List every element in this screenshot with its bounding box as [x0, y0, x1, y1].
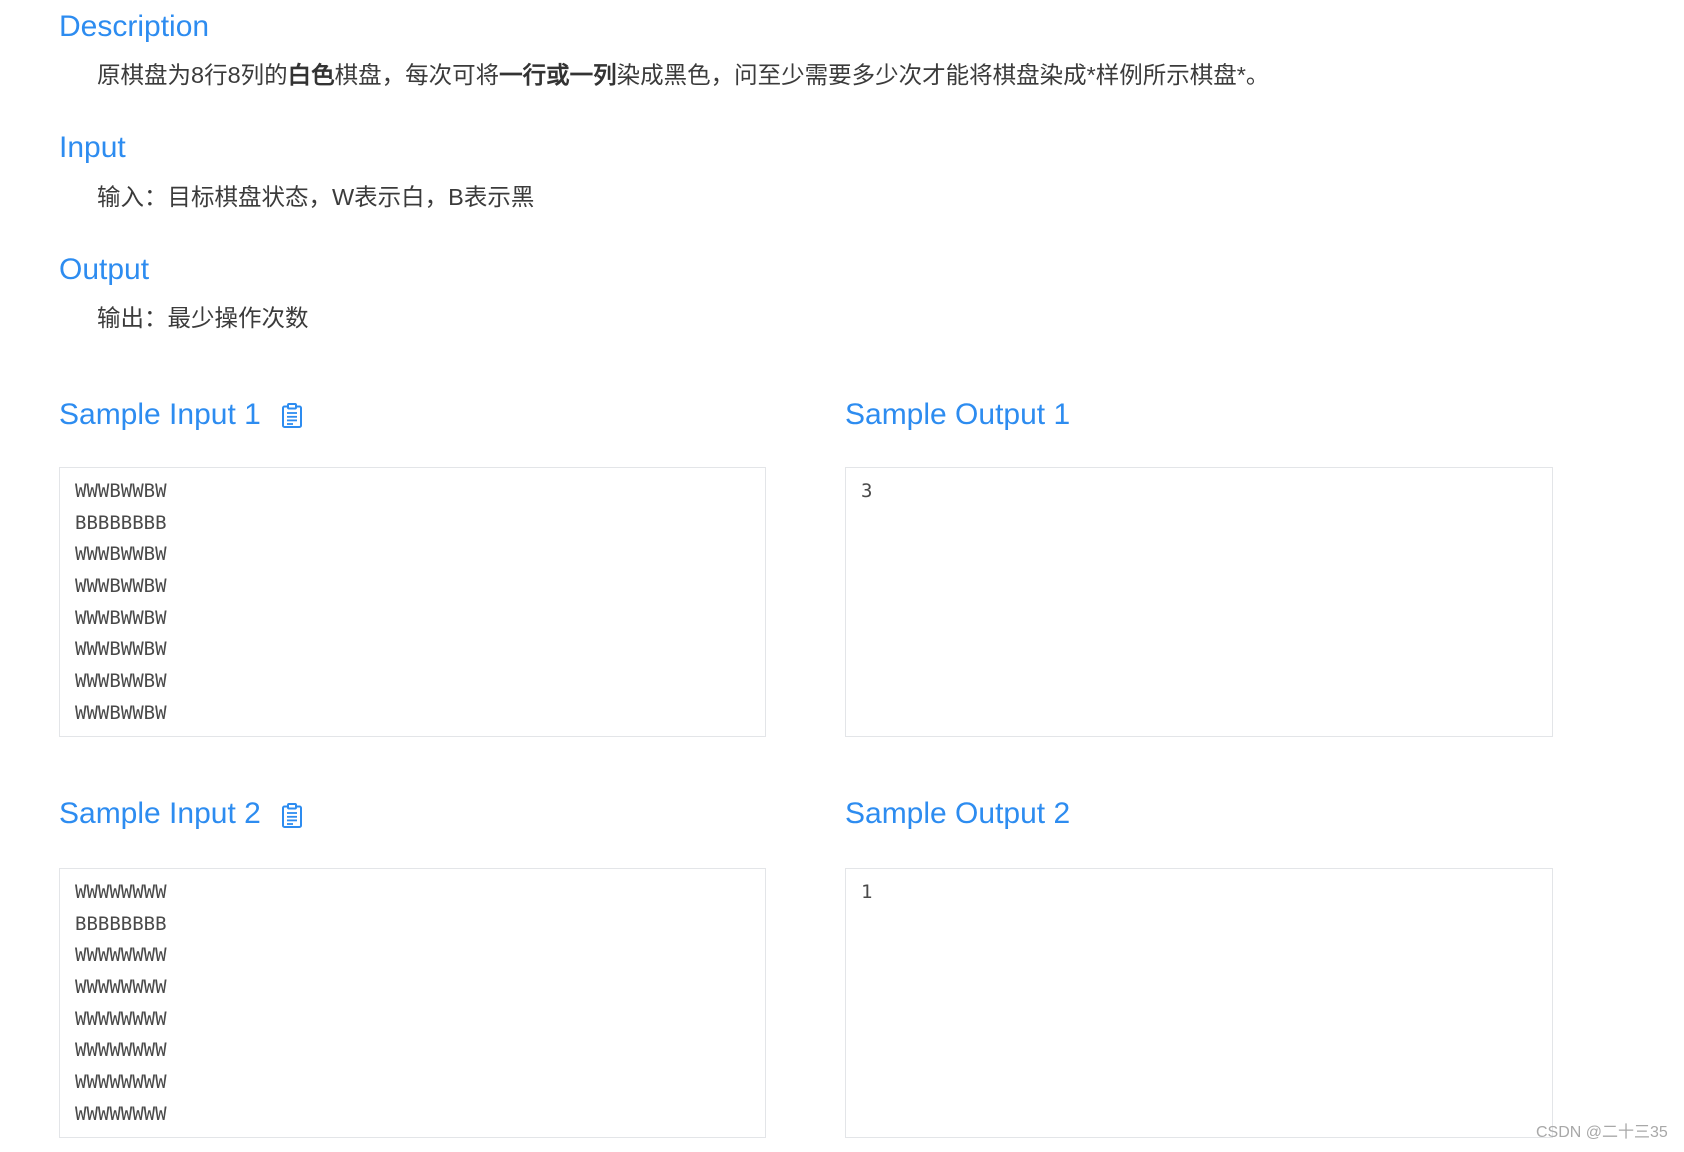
sample-input-line: WWWWWWWW [75, 976, 167, 999]
output-text: 输出：最少操作次数 [97, 305, 309, 331]
sample-input-line: WWWBWWBW [75, 638, 167, 661]
sample-input-line: BBBBBBBB [75, 511, 167, 534]
clipboard-icon[interactable] [281, 403, 303, 428]
sample-output-1-box: 3 [845, 467, 1553, 737]
sample-input-line: WWWWWWWW [75, 881, 167, 903]
description-bold-segment: 白色 [287, 62, 335, 88]
clipboard-icon[interactable] [281, 803, 303, 828]
input-text: 输入：目标棋盘状态，W表示白，B表示黑 [97, 184, 535, 210]
sample-input-line: WWWWWWWW [75, 944, 167, 967]
sample-input-line: WWWBWWBW [75, 575, 167, 598]
sample-input-line: WWWBWWBW [75, 701, 167, 724]
sample-output-2-box: 1 [845, 868, 1553, 1138]
sample-input-line: WWWWWWWW [75, 1007, 167, 1030]
sample-input-line: WWWBWWBW [75, 543, 167, 566]
output-heading: Output [59, 253, 150, 286]
input-heading: Input [59, 131, 126, 164]
sample-input-line: WWWWWWWW [75, 1102, 167, 1125]
sample-output-line: 1 [861, 881, 873, 903]
sample-input-2-heading: Sample Input 2 [59, 797, 261, 830]
sample-output-1-heading: Sample Output 1 [845, 398, 1071, 431]
sample-input-line: WWWBWWBW [75, 480, 167, 502]
sample-output-2-heading: Sample Output 2 [845, 797, 1071, 830]
sample-input-1-heading: Sample Input 1 [59, 398, 261, 431]
sample-input-2-box: WWWWWWWW BBBBBBBB WWWWWWWW WWWWWWWW WWWW… [59, 868, 766, 1138]
sample-output-line: 3 [861, 480, 873, 502]
description-bold-segment: 一行或一列 [499, 62, 617, 88]
sample-input-line: WWWBWWBW [75, 670, 167, 693]
description-text: 原棋盘为8行8列的白色棋盘，每次可将一行或一列染成黑色，问至少需要多少次才能将棋… [97, 60, 1269, 90]
description-segment: 染成黑色，问至少需要多少次才能将棋盘染成*样例所示棋盘*。 [616, 62, 1270, 88]
description-heading: Description [59, 10, 210, 43]
watermark: CSDN @二十三35 [1536, 1124, 1668, 1141]
sample-input-1-box: WWWBWWBW BBBBBBBB WWWBWWBW WWWBWWBW WWWB… [59, 467, 766, 737]
description-segment: 棋盘，每次可将 [334, 62, 500, 88]
sample-input-line: WWWWWWWW [75, 1039, 167, 1062]
sample-input-line: BBBBBBBB [75, 912, 167, 935]
sample-input-line: WWWWWWWW [75, 1071, 167, 1094]
sample-input-line: WWWBWWBW [75, 606, 167, 629]
description-segment: 原棋盘为8行8列的 [97, 62, 288, 88]
